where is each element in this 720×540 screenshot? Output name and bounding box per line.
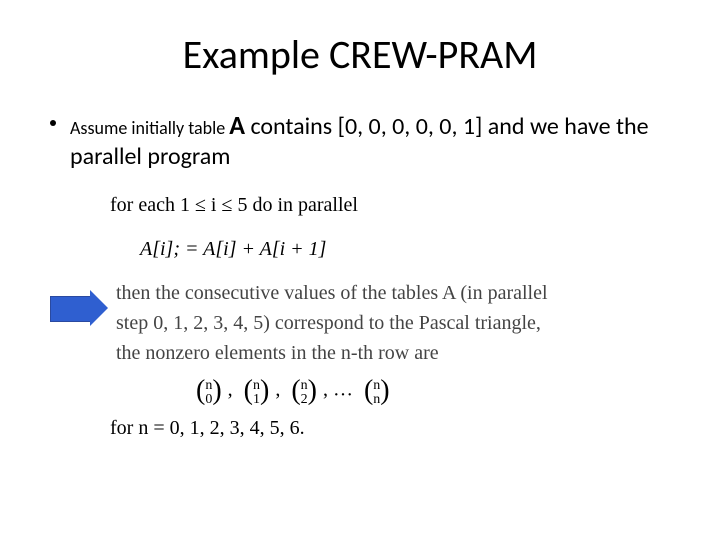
binom-0: (n0)	[196, 374, 222, 407]
binom-n: (nn)	[364, 374, 390, 407]
bullet-text: Assume initially table A contains [0, 0,…	[70, 109, 670, 172]
bullet-variable-a: A	[229, 109, 245, 141]
bullet-prefix: Assume initially table	[70, 117, 229, 139]
arrow-icon	[50, 286, 110, 330]
dots: …	[333, 378, 353, 400]
then-line-2: step 0, 1, 2, 3, 4, 5) correspond to the…	[116, 308, 548, 338]
for-n-line: for n = 0, 1, 2, 3, 4, 5, 6.	[110, 417, 670, 440]
then-line-3: the nonzero elements in the n-th row are	[116, 338, 548, 368]
bullet-dot-icon	[50, 120, 56, 126]
explanation-text: then the consecutive values of the table…	[116, 278, 548, 368]
slide-title: Example CREW-PRAM	[50, 30, 670, 79]
binomial-row: (n0), (n1), (n2), … (nn)	[190, 374, 670, 407]
binom-2: (n2)	[291, 374, 317, 407]
code-line-1: for each 1 ≤ i ≤ 5 do in parallel	[110, 190, 670, 220]
slide: Example CREW-PRAM Assume initially table…	[0, 0, 720, 540]
binom-1: (n1)	[244, 374, 270, 407]
then-line-1: then the consecutive values of the table…	[116, 278, 548, 308]
explanation-row: then the consecutive values of the table…	[50, 278, 670, 368]
bullet-item: Assume initially table A contains [0, 0,…	[50, 109, 670, 172]
code-line-2: A[i]; = A[i] + A[i + 1]	[140, 234, 670, 264]
